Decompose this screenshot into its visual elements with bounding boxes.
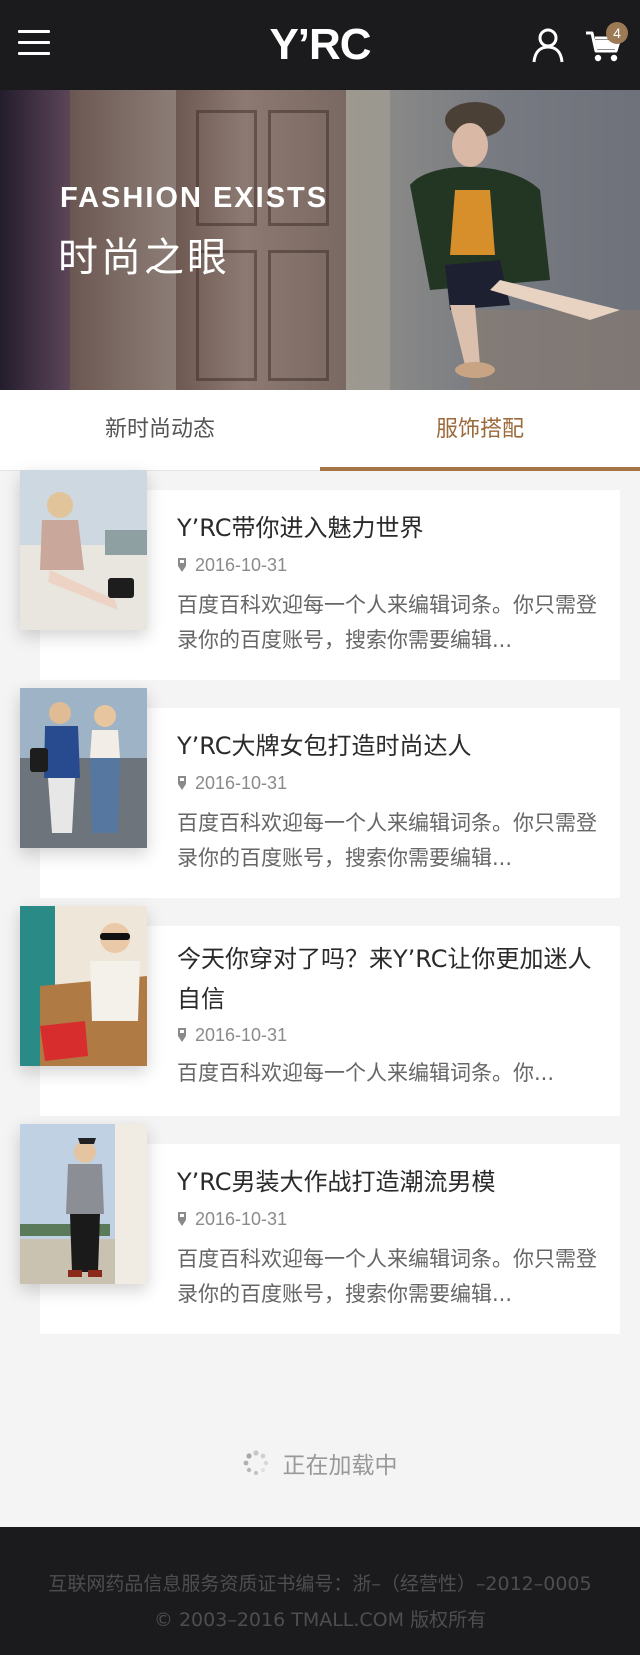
banner-subtitle: 时尚之眼 [58,235,230,281]
header: Y’RC 4 [0,0,640,90]
article-desc: 百度百科欢迎每一个人来编辑词条。你只需登录你的百度账号，搜索你需要编辑... [177,811,597,870]
article-date: 2016-10-31 [177,553,287,577]
cart-count-badge: 4 [606,22,628,44]
article-date-text: 2016-10-31 [195,773,288,793]
article-desc: 百度百科欢迎每一个人来编辑词条。你只需登录你的百度账号，搜索你需要编辑... [177,1247,597,1306]
footer: 互联网药品信息服务资质证书编号：浙–（经营性）–2012–0005 © 2003… [0,1527,640,1655]
footer-copyright: © 2003–2016 TMALL.COM 版权所有 [153,1609,487,1631]
article-thumbnail[interactable] [20,470,147,630]
loading-indicator: 正在加载中 [0,1446,640,1486]
article-date: 2016-10-31 [177,1023,287,1047]
date-tag-icon [178,776,186,790]
article-thumbnail[interactable] [20,906,147,1066]
article-title[interactable]: Y’RC大牌女包打造时尚达人 [177,726,607,766]
article-card[interactable]: Y’RC大牌女包打造时尚达人 2016-10-31 百度百科欢迎每一个人来编辑词… [0,688,640,898]
article-title[interactable]: Y’RC男装大作战打造潮流男模 [177,1162,607,1202]
article-date-text: 2016-10-31 [195,1209,288,1229]
article-title[interactable]: Y’RC带你进入魅力世界 [177,508,607,548]
article-date-text: 2016-10-31 [195,555,288,575]
article-card[interactable]: Y’RC男装大作战打造潮流男模 2016-10-31 百度百科欢迎每一个人来编辑… [0,1124,640,1334]
tab-bar: 新时尚动态 服饰搭配 [0,390,640,471]
banner-title: FASHION EXISTS [60,182,329,214]
date-tag-icon [178,1028,186,1042]
article-card[interactable]: 今天你穿对了吗？来Y’RC让你更加迷人自信 2016-10-31 百度百科欢迎每… [0,906,640,1116]
article-thumbnail[interactable] [20,1124,147,1284]
tab-fashion-news[interactable]: 新时尚动态 [0,390,320,470]
article-desc: 百度百科欢迎每一个人来编辑词条。你只需登录你的百度账号，搜索你需要编辑... [177,593,597,652]
loading-text: 正在加载中 [282,1453,398,1479]
tab-outfit-matching[interactable]: 服饰搭配 [320,390,640,471]
article-card[interactable]: Y’RC带你进入魅力世界 2016-10-31 百度百科欢迎每一个人来编辑词条。… [0,470,640,680]
article-thumbnail[interactable] [20,688,147,848]
footer-license: 互联网药品信息服务资质证书编号：浙–（经营性）–2012–0005 [48,1573,592,1595]
spinner-icon [243,1450,268,1475]
article-date-text: 2016-10-31 [195,1025,288,1045]
article-date: 2016-10-31 [177,1207,287,1231]
article-desc: 百度百科欢迎每一个人来编辑词条。你... [177,1061,555,1085]
article-date: 2016-10-31 [177,771,287,795]
user-icon[interactable] [532,27,564,63]
date-tag-icon [178,1212,186,1226]
article-title[interactable]: 今天你穿对了吗？来Y’RC让你更加迷人自信 [177,939,607,1019]
date-tag-icon [178,558,186,572]
banner-model-image [390,90,640,390]
hero-banner[interactable]: FASHION EXISTS 时尚之眼 [0,90,640,390]
